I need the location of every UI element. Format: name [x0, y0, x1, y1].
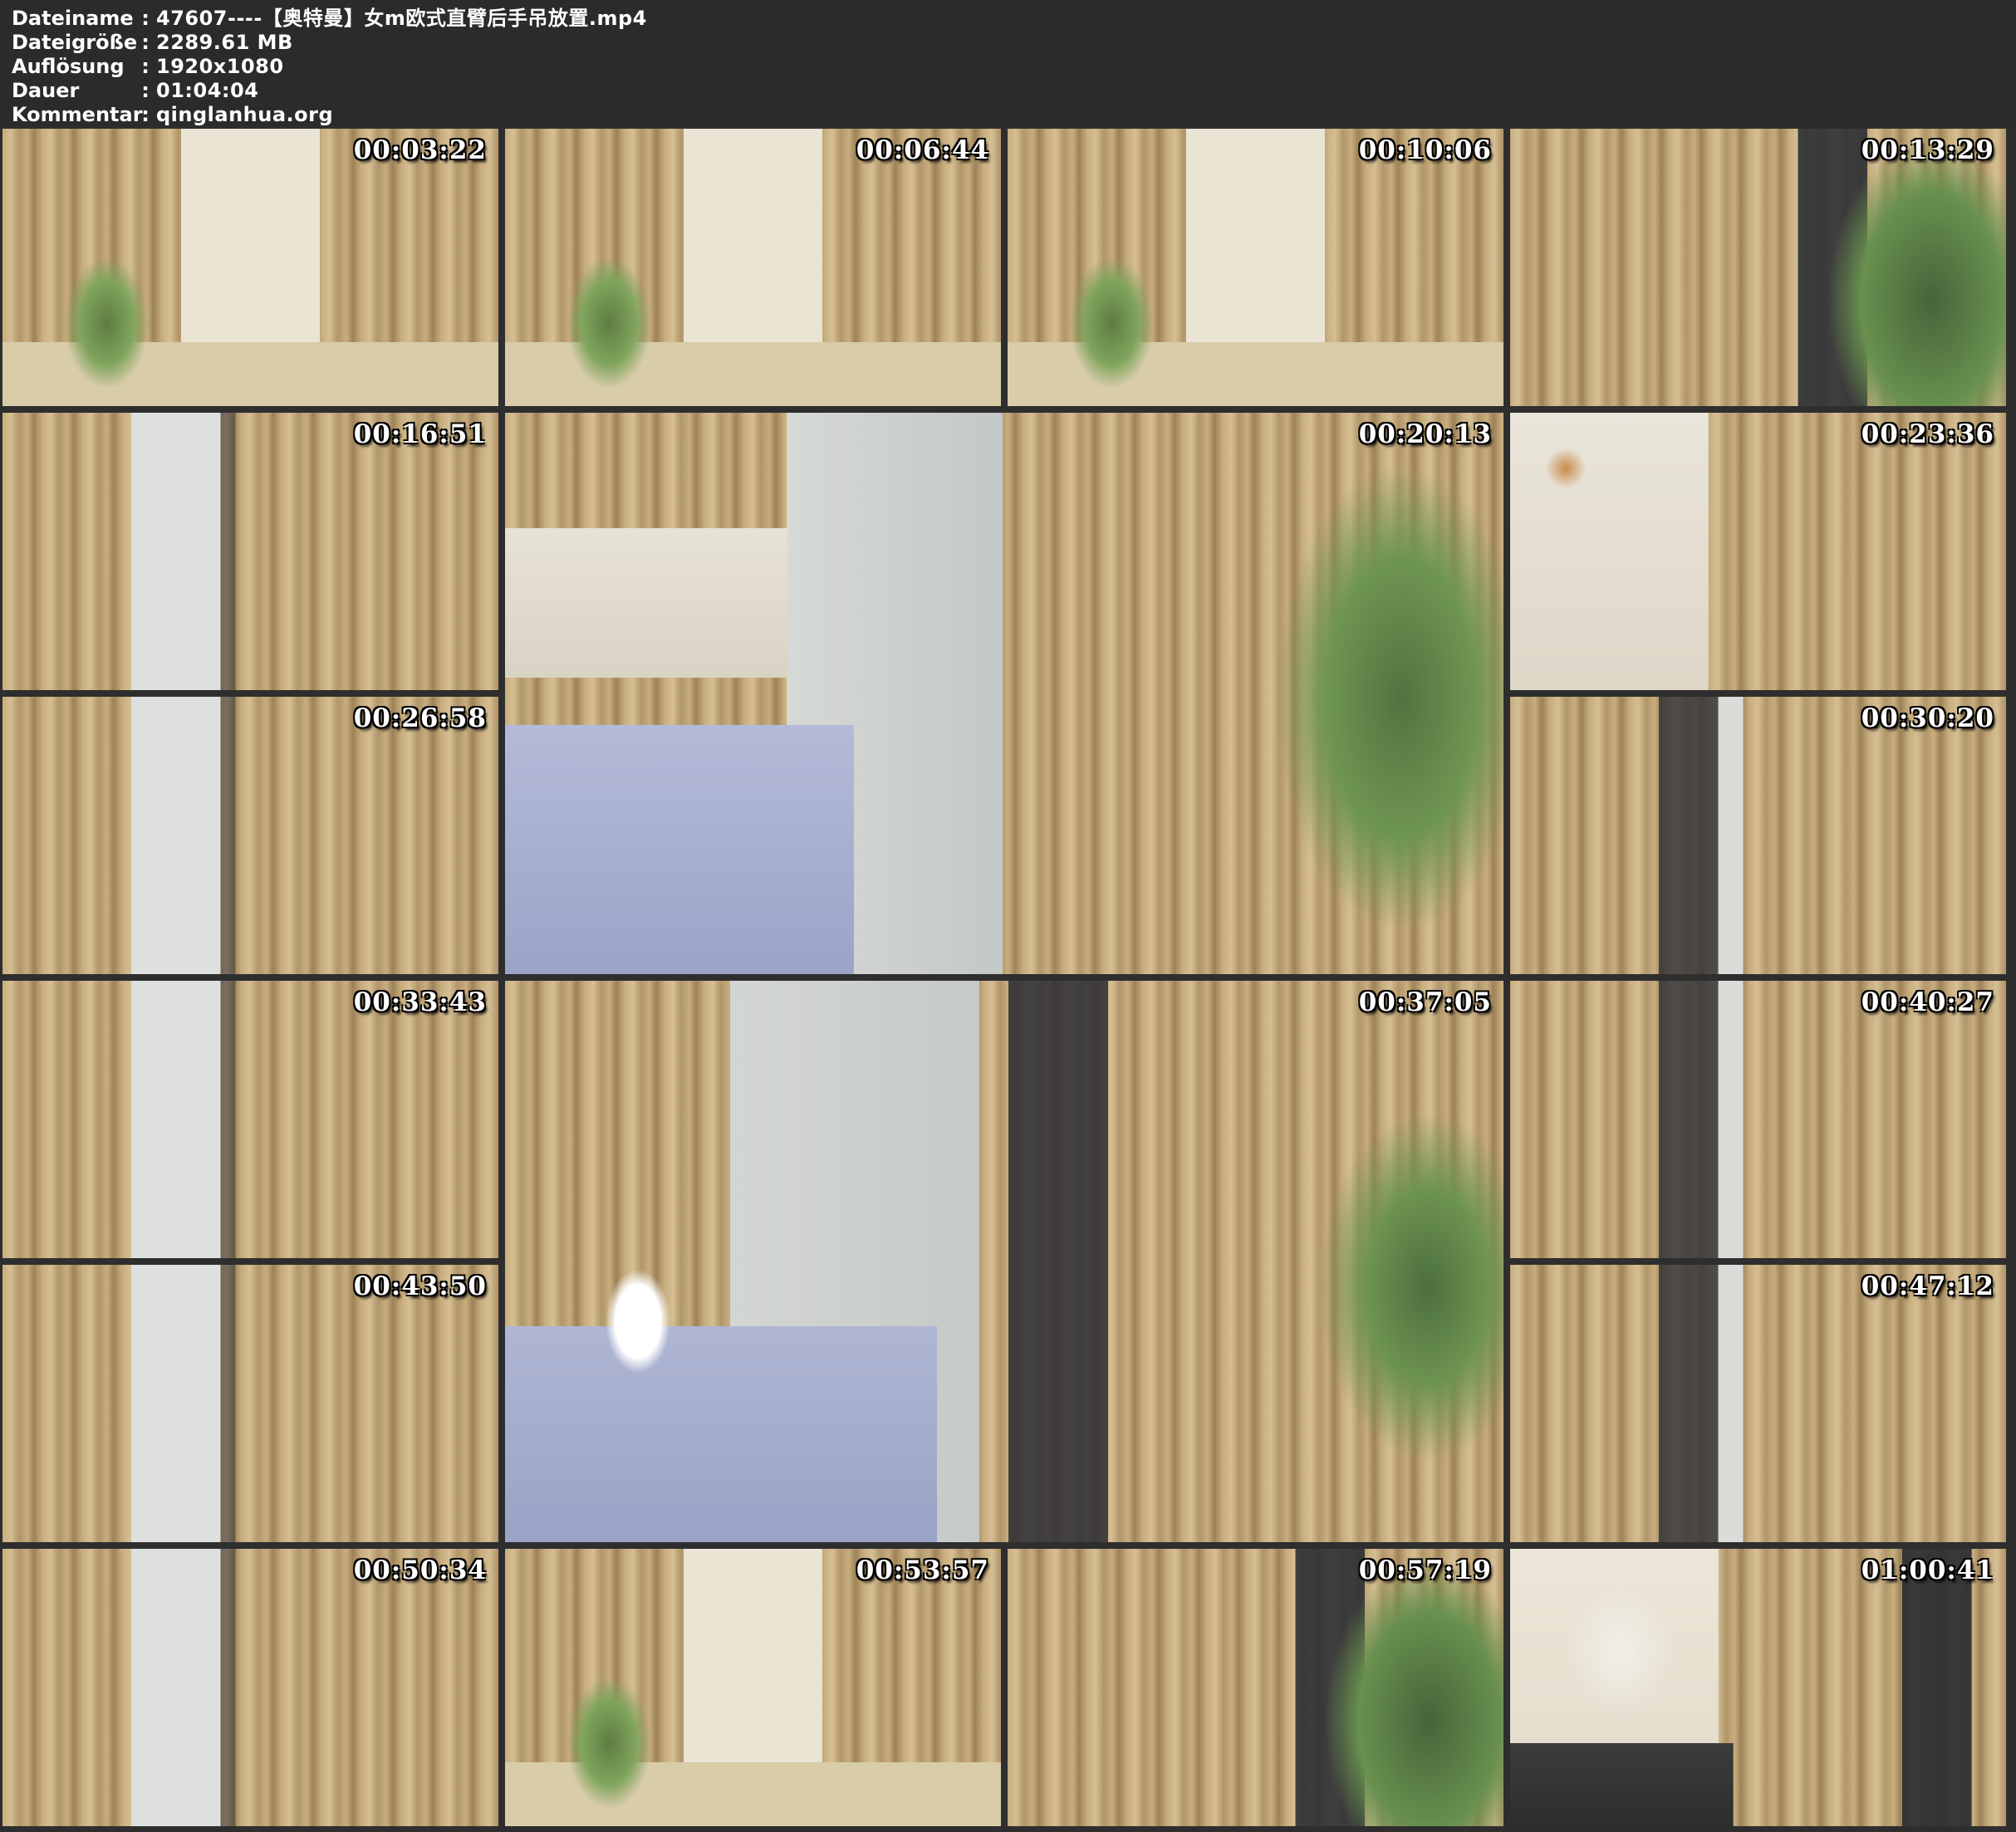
timestamp-overlay: 00:20:13	[1359, 419, 1492, 449]
metadata-value: 47607----【奥特曼】女m欧式直臂后手吊放置.mp4	[156, 7, 647, 30]
metadata-value: 01:04:04	[156, 79, 258, 102]
thumbnail-image	[2, 1549, 498, 1826]
video-thumbnail: 00:33:43	[2, 981, 498, 1258]
video-thumbnail: 00:37:05	[505, 981, 1503, 1542]
thumbnail-image	[2, 697, 498, 974]
video-thumbnail: 00:57:19	[1008, 1549, 1503, 1826]
timestamp-overlay: 01:00:41	[1861, 1555, 1994, 1585]
thumbnail-image	[505, 129, 1001, 406]
video-thumbnail: 00:06:44	[505, 129, 1001, 406]
timestamp-overlay: 00:40:27	[1861, 987, 1994, 1017]
metadata-header: Dateiname:47607----【奥特曼】女m欧式直臂后手吊放置.mp4 …	[0, 0, 2016, 126]
timestamp-overlay: 00:50:34	[354, 1555, 487, 1585]
metadata-value: 2289.61 MB	[156, 31, 293, 54]
metadata-value: 1920x1080	[156, 55, 284, 78]
metadata-separator: :	[135, 31, 156, 55]
metadata-separator: :	[135, 7, 156, 31]
timestamp-overlay: 00:03:22	[354, 135, 487, 165]
timestamp-overlay: 00:43:50	[354, 1271, 487, 1301]
metadata-row: Dateigröße:2289.61 MB	[12, 31, 2016, 55]
metadata-label: Dateigröße	[12, 31, 135, 55]
timestamp-overlay: 00:37:05	[1359, 987, 1492, 1017]
timestamp-overlay: 00:16:51	[354, 419, 487, 449]
video-thumbnail: 00:23:36	[1510, 413, 2006, 690]
metadata-row: Dateiname:47607----【奥特曼】女m欧式直臂后手吊放置.mp4	[12, 7, 2016, 31]
metadata-separator: :	[135, 103, 156, 127]
thumbnail-image	[2, 981, 498, 1258]
metadata-row: Dauer:01:04:04	[12, 79, 2016, 103]
thumbnail-image	[2, 129, 498, 406]
thumbnail-image	[1510, 981, 2006, 1258]
thumbnail-image	[1510, 697, 2006, 974]
metadata-label: Dateiname	[12, 7, 135, 31]
metadata-value: qinglanhua.org	[156, 103, 333, 126]
metadata-row: Auflösung:1920x1080	[12, 55, 2016, 79]
thumbnail-image	[505, 981, 1503, 1542]
thumbnail-image	[1510, 1265, 2006, 1542]
metadata-separator: :	[135, 79, 156, 103]
timestamp-overlay: 00:47:12	[1861, 1271, 1994, 1301]
thumbnail-grid: 00:03:22 00:06:44 00:10:06 00:13:29 00:1…	[0, 126, 2016, 1832]
video-thumbnail: 00:10:06	[1008, 129, 1503, 406]
video-thumbnail: 00:30:20	[1510, 697, 2006, 974]
timestamp-overlay: 00:06:44	[856, 135, 989, 165]
video-thumbnail: 00:26:58	[2, 697, 498, 974]
metadata-separator: :	[135, 55, 156, 79]
metadata-row: Kommentar:qinglanhua.org	[12, 103, 2016, 127]
thumbnail-image	[2, 1265, 498, 1542]
video-thumbnail: 00:40:27	[1510, 981, 2006, 1258]
timestamp-overlay: 00:23:36	[1861, 419, 1994, 449]
video-thumbnail: 00:13:29	[1510, 129, 2006, 406]
video-thumbnail: 00:43:50	[2, 1265, 498, 1542]
metadata-label: Kommentar	[12, 103, 135, 127]
thumbnail-image	[505, 1549, 1001, 1826]
timestamp-overlay: 00:26:58	[354, 703, 487, 733]
thumbnail-image	[1510, 413, 2006, 690]
video-thumbnail: 00:03:22	[2, 129, 498, 406]
thumbnail-image	[1510, 1549, 2006, 1826]
thumbnail-image	[1510, 129, 2006, 406]
video-thumbnail: 00:47:12	[1510, 1265, 2006, 1542]
metadata-label: Auflösung	[12, 55, 135, 79]
thumbnail-image	[1008, 129, 1503, 406]
timestamp-overlay: 00:53:57	[856, 1555, 989, 1585]
video-thumbnail: 00:53:57	[505, 1549, 1001, 1826]
timestamp-overlay: 00:33:43	[354, 987, 487, 1017]
thumbnail-image	[505, 413, 1503, 974]
thumbnail-image	[1008, 1549, 1503, 1826]
video-thumbnail: 00:16:51	[2, 413, 498, 690]
video-thumbnail: 01:00:41	[1510, 1549, 2006, 1826]
timestamp-overlay: 00:30:20	[1861, 703, 1994, 733]
video-thumbnail: 00:20:13	[505, 413, 1503, 974]
timestamp-overlay: 00:10:06	[1359, 135, 1492, 165]
timestamp-overlay: 00:13:29	[1861, 135, 1994, 165]
thumbnail-image	[2, 413, 498, 690]
video-thumbnail: 00:50:34	[2, 1549, 498, 1826]
timestamp-overlay: 00:57:19	[1359, 1555, 1492, 1585]
metadata-label: Dauer	[12, 79, 135, 103]
